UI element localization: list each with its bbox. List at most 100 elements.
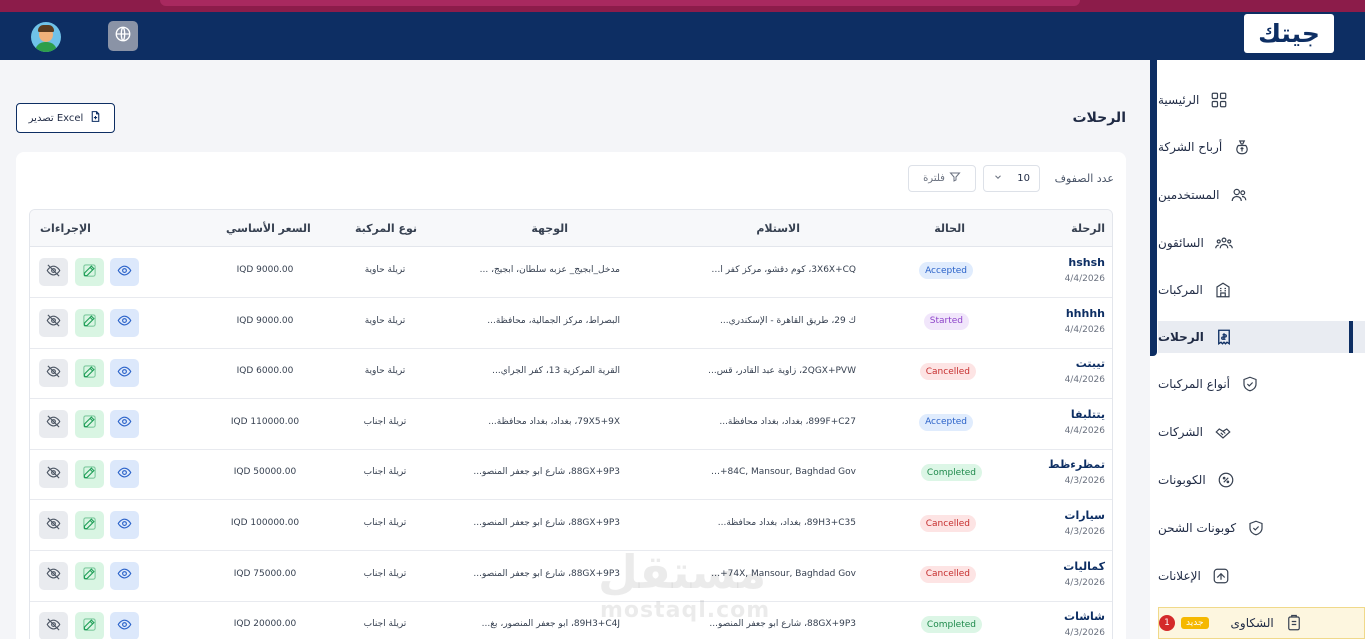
status-badge: Completed [920, 464, 982, 482]
watermark-logo: مستقل [598, 545, 767, 599]
hide-button[interactable] [39, 511, 68, 539]
hide-button[interactable] [39, 409, 68, 438]
trip-date: 4/4/2026 [1064, 375, 1105, 386]
avatar[interactable] [31, 22, 61, 52]
trip-name[interactable]: يتتلبفا [1071, 408, 1105, 421]
top-strip [0, 0, 1365, 12]
table-row[interactable]: hhhhh 4/4/2026 Started ك 29، طريق القاهرة -… [30, 298, 1112, 349]
hide-button[interactable] [39, 612, 68, 639]
sidebar-item-1[interactable]: أرباح الشركة [1158, 131, 1365, 163]
filter-button[interactable]: فلترة [908, 165, 976, 192]
trip-name[interactable]: تمظرءظط [1048, 458, 1105, 471]
trip-date: 4/4/2026 [1064, 274, 1105, 284]
view-button[interactable] [110, 561, 139, 590]
hide-button[interactable] [39, 308, 68, 337]
eye-off-icon [46, 465, 61, 484]
watermark-url: mostaql.com [600, 598, 771, 623]
notification-count-badge: 1 [1159, 615, 1175, 631]
sidebar-item-label: المركبات [1158, 283, 1203, 297]
pickup-cell: 899F+C27، بغداد، بغداد محافظة... [719, 416, 856, 427]
trip-date: 4/3/2026 [1064, 476, 1105, 487]
handshake-icon [1213, 422, 1233, 442]
destination-cell: 89H3+C4J، ابو جعفر المنصور، بغ... [481, 619, 620, 630]
edit-button[interactable] [75, 511, 104, 539]
price-cell: IQD 9000.00 [236, 265, 294, 275]
rows-per-page-select[interactable]: 10 [983, 165, 1040, 192]
export-label: تصدير Excel [28, 112, 84, 124]
eye-icon [117, 617, 132, 636]
header-trip: الرحلة [1071, 222, 1105, 235]
drivers-icon [1214, 233, 1234, 253]
trip-name[interactable]: hhhhh [1066, 307, 1105, 320]
view-button[interactable] [110, 258, 139, 286]
edit-button[interactable] [75, 561, 104, 590]
shield-check-icon [1246, 518, 1266, 538]
header-destination: الوجهة [531, 222, 568, 235]
trip-name[interactable]: كماليات [1063, 560, 1105, 573]
status-badge: Cancelled [919, 565, 976, 583]
sidebar-item-complaints[interactable]: الشكاوى جديد 1 [1158, 607, 1365, 639]
sidebar-item-4[interactable]: المركبات [1158, 274, 1365, 306]
app-header: جيتك [0, 12, 1365, 60]
edit-button[interactable] [75, 612, 104, 639]
sidebar-item-3[interactable]: السائقون [1158, 227, 1365, 259]
table-row[interactable]: تيبتت 4/4/2026 Cancelled 2QGX+PVW، زاوية عب… [30, 348, 1112, 400]
vehicle-type-cell: تريلة حاوية [364, 315, 406, 326]
table-row[interactable]: hshsh 4/4/2026 Accepted 3X6X+CQ، كوم دقشو، … [30, 247, 1112, 298]
sidebar-item-0[interactable]: الرئيسية [1158, 84, 1365, 116]
trip-name[interactable]: شاشات [1064, 610, 1105, 623]
view-button[interactable] [110, 460, 139, 489]
status-badge: Started [923, 312, 969, 330]
edit-button[interactable] [75, 409, 104, 438]
edit-button[interactable] [75, 258, 104, 286]
view-button[interactable] [110, 308, 139, 337]
table-row[interactable]: يتتلبفا 4/4/2026 Accepted 899F+C27، بغداد، … [30, 399, 1112, 450]
edit-button[interactable] [75, 359, 104, 388]
hide-button[interactable] [39, 359, 68, 388]
sidebar-item-6[interactable]: أنواع المركبات [1158, 368, 1365, 400]
edit-icon [82, 465, 97, 484]
table-row[interactable]: تمظرءظط 4/3/2026 Completed 89H3+84C, Mansou… [30, 449, 1112, 501]
sidebar-item-8[interactable]: الكوبونات [1158, 464, 1365, 496]
sidebar-item-10[interactable]: الإعلانات [1158, 560, 1365, 592]
language-button[interactable] [108, 21, 138, 51]
edit-button[interactable] [75, 460, 104, 489]
trips-table: الرحلة الحالة الاستلام الوجهة نوع المركب… [29, 209, 1113, 639]
sidebar-item-label: أرباح الشركة [1158, 140, 1223, 154]
edit-icon [82, 414, 97, 433]
table-row[interactable]: سيارات 4/3/2026 Cancelled 89H3+C35، بغداد، … [30, 500, 1112, 551]
sidebar-item-7[interactable]: الشركات [1158, 416, 1365, 448]
price-cell: IQD 100000.00 [230, 518, 300, 528]
hide-button[interactable] [39, 561, 68, 590]
logo[interactable]: جيتك [1244, 14, 1334, 53]
price-cell: IQD 6000.00 [236, 366, 294, 377]
vehicle-type-cell: تريلة اجناب [363, 416, 407, 427]
sidebar-item-5[interactable]: الرحلات [1158, 321, 1365, 353]
hide-button[interactable] [39, 258, 68, 286]
eye-off-icon [46, 414, 61, 433]
trip-name[interactable]: سيارات [1064, 509, 1105, 522]
edit-icon [82, 364, 97, 383]
trip-name[interactable]: تيبتت [1076, 357, 1105, 370]
sidebar-item-9[interactable]: كوبونات الشحن [1158, 512, 1365, 544]
export-excel-button[interactable]: تصدير Excel [16, 103, 115, 133]
hide-button[interactable] [39, 460, 68, 489]
trip-date: 4/3/2026 [1064, 527, 1105, 537]
trip-name[interactable]: hshsh [1068, 256, 1105, 269]
sidebar-item-2[interactable]: المستخدمين [1158, 179, 1365, 211]
pickup-cell: 2QGX+PVW، زاوية عبد القادر، قس... [708, 366, 856, 377]
header-status: الحالة [934, 222, 965, 235]
edit-button[interactable] [75, 308, 104, 337]
status-badge: Accepted [919, 413, 973, 431]
view-button[interactable] [110, 511, 139, 539]
view-button[interactable] [110, 409, 139, 438]
destination-cell: 88GX+9P3، شارع ابو جعفر المنصو... [473, 467, 620, 478]
table-row[interactable]: شاشات 4/3/2026 Completed 88GX+9P3، شارع ابو… [30, 601, 1112, 639]
view-button[interactable] [110, 359, 139, 388]
view-button[interactable] [110, 612, 139, 639]
eye-off-icon [46, 263, 61, 282]
eye-icon [117, 465, 132, 484]
eye-icon [117, 516, 132, 535]
table-row[interactable]: كماليات4/3/2026Cancelled89H3+74X, Mansou… [30, 551, 1112, 602]
eye-off-icon [46, 364, 61, 383]
